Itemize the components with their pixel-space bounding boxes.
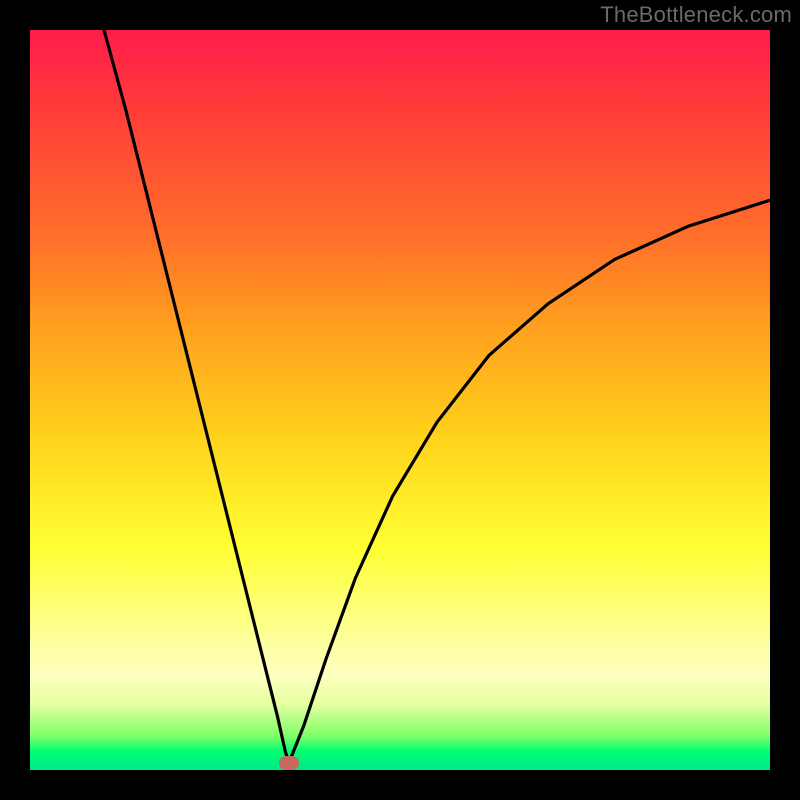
bottleneck-curve [104,30,770,763]
chart-frame: TheBottleneck.com [0,0,800,800]
watermark-label: TheBottleneck.com [600,2,792,28]
plot-area [30,30,770,770]
minimum-marker [279,756,299,770]
curve-layer [30,30,770,770]
